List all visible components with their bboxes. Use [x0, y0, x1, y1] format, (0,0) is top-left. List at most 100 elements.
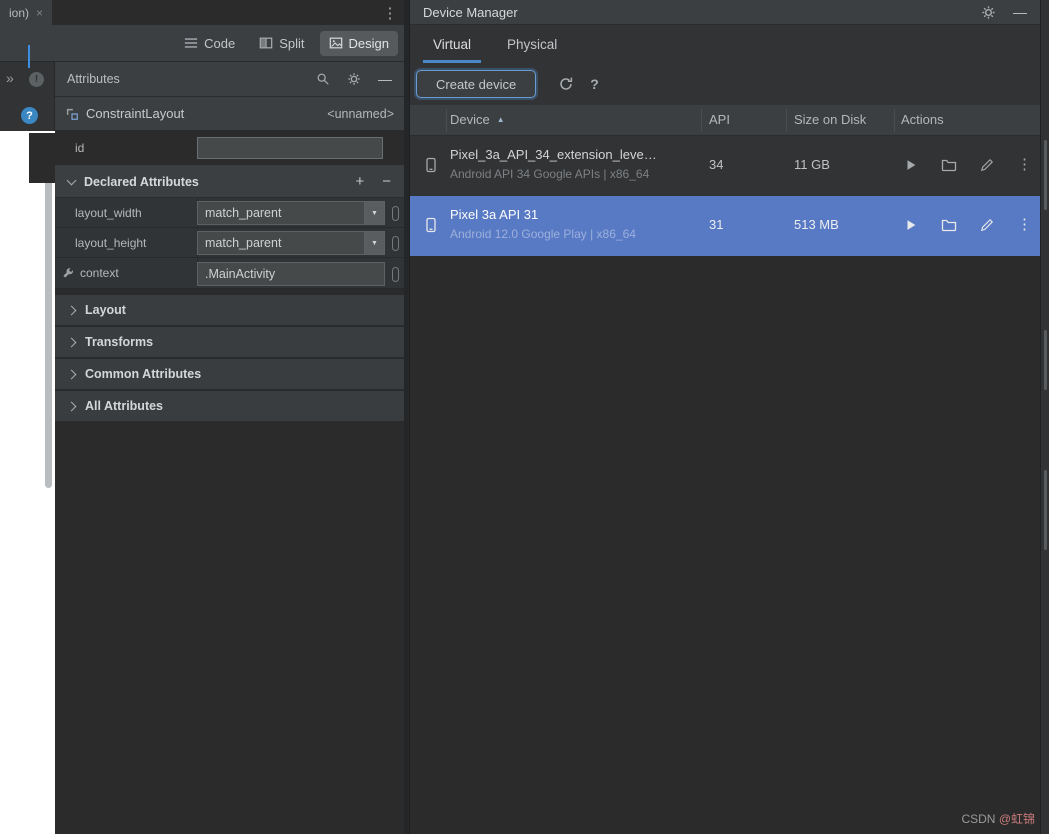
- device-manager-panel: Device Manager — Virtual Physical Create: [409, 0, 1040, 834]
- design-mode-button[interactable]: Design: [319, 30, 398, 56]
- gear-icon[interactable]: [981, 5, 996, 20]
- launch-play-icon[interactable]: [904, 218, 918, 232]
- right-toolwindow-stripe: [1040, 0, 1049, 834]
- tools-attribute-pill-icon[interactable]: [392, 236, 399, 251]
- design-canvas[interactable]: [0, 131, 55, 834]
- header-divider: [894, 109, 895, 132]
- tab-virtual[interactable]: Virtual: [418, 25, 486, 63]
- device-detail: Android API 34 Google APIs | x86_64: [450, 167, 650, 181]
- close-icon[interactable]: ×: [36, 6, 43, 20]
- layout-height-combobox[interactable]: match_parent ▼: [197, 231, 385, 255]
- add-attribute-icon[interactable]: +: [355, 173, 364, 190]
- create-device-button[interactable]: Create device: [416, 70, 537, 98]
- section-all-attributes[interactable]: All Attributes: [55, 391, 404, 422]
- tools-attribute-pill-icon[interactable]: [392, 267, 399, 282]
- component-name: ConstraintLayout: [86, 106, 185, 121]
- id-label: id: [75, 141, 85, 155]
- editor-more-icon[interactable]: ⋮: [380, 2, 400, 23]
- hide-stripe-icon[interactable]: »: [6, 70, 14, 86]
- canvas-dark-region: [29, 133, 55, 183]
- column-header-device[interactable]: Device ▲: [450, 112, 505, 127]
- wrench-icon: [63, 268, 73, 278]
- attribute-label: layout_height: [75, 235, 147, 250]
- folder-icon[interactable]: [941, 157, 957, 173]
- device-row[interactable]: Pixel_3a_API_34_extension_leve… Android …: [410, 136, 1040, 196]
- attribute-label: context: [80, 266, 119, 280]
- section-layout[interactable]: Layout: [55, 295, 404, 326]
- design-icon: [329, 37, 342, 49]
- section-transforms[interactable]: Transforms: [55, 327, 404, 358]
- focus-stripe: [28, 45, 30, 68]
- device-row-selected[interactable]: Pixel 3a API 31 Android 12.0 Google Play…: [410, 196, 1040, 256]
- chevron-right-icon: [66, 305, 77, 315]
- device-manager-titlebar: Device Manager —: [410, 0, 1040, 25]
- tools-attribute-pill-icon[interactable]: [392, 206, 399, 221]
- section-label: Layout: [85, 303, 126, 317]
- editor-tab[interactable]: ion) ×: [0, 0, 53, 25]
- layout-width-combobox[interactable]: match_parent ▼: [197, 201, 385, 225]
- help-badge-icon[interactable]: ?: [21, 107, 38, 124]
- attribute-row-layout-height: layout_height match_parent ▼: [55, 228, 404, 258]
- minimize-icon[interactable]: —: [378, 72, 392, 86]
- tab-physical-label: Physical: [507, 36, 558, 52]
- design-mode-label: Design: [348, 35, 389, 51]
- attribute-value: .MainActivity: [205, 267, 276, 281]
- header-divider: [786, 109, 787, 132]
- column-header-api[interactable]: API: [709, 112, 730, 127]
- edit-pencil-icon[interactable]: [980, 218, 994, 232]
- search-icon[interactable]: [316, 72, 330, 86]
- section-label: Common Attributes: [85, 367, 202, 381]
- edit-pencil-icon[interactable]: [980, 158, 994, 172]
- attribute-label: layout_width: [75, 205, 142, 220]
- more-options-icon[interactable]: ⋮: [1017, 217, 1032, 233]
- device-name: Pixel_3a_API_34_extension_leve…: [450, 147, 657, 162]
- help-icon[interactable]: ?: [590, 76, 599, 92]
- attributes-title: Attributes: [67, 72, 120, 86]
- section-label: All Attributes: [85, 399, 164, 413]
- section-common-attributes[interactable]: Common Attributes: [55, 359, 404, 390]
- tab-virtual-label: Virtual: [433, 36, 472, 52]
- code-mode-label: Code: [204, 35, 236, 51]
- sort-ascending-icon[interactable]: ▲: [497, 115, 505, 124]
- split-mode-button[interactable]: Split: [250, 31, 313, 56]
- editor-tab-label: ion): [9, 5, 30, 20]
- gear-icon[interactable]: [347, 72, 361, 86]
- chevron-down-icon[interactable]: ▼: [364, 232, 384, 254]
- launch-play-icon[interactable]: [904, 158, 918, 172]
- column-header-device-label: Device: [450, 112, 490, 127]
- chevron-down-icon[interactable]: ▼: [364, 202, 384, 224]
- column-header-actions[interactable]: Actions: [901, 112, 944, 127]
- code-mode-button[interactable]: Code: [175, 31, 244, 56]
- folder-icon[interactable]: [941, 217, 957, 233]
- watermark-handle: @虹锦: [998, 812, 1035, 826]
- device-manager-title: Device Manager: [423, 4, 518, 20]
- column-header-size[interactable]: Size on Disk: [794, 112, 866, 127]
- tab-physical[interactable]: Physical: [492, 25, 572, 63]
- refresh-icon[interactable]: [558, 76, 574, 92]
- attribute-value: match_parent: [205, 206, 282, 220]
- stripe-mark: [1044, 140, 1047, 210]
- device-detail: Android 12.0 Google Play | x86_64: [450, 227, 636, 241]
- device-table-header: Device ▲ API Size on Disk Actions: [410, 105, 1040, 136]
- more-options-icon[interactable]: ⋮: [1017, 157, 1032, 173]
- attributes-panel: Attributes — ConstraintLayout <unnamed> …: [55, 62, 404, 834]
- attribute-row-context: context .MainActivity: [55, 258, 404, 289]
- attribute-row-layout-width: layout_width match_parent ▼: [55, 198, 404, 228]
- id-input[interactable]: [197, 137, 383, 159]
- android-studio-window: ion) × ⋮ Code Split Design » ! ? Attribu…: [0, 0, 1049, 834]
- phone-device-icon: [426, 157, 436, 173]
- minimize-icon[interactable]: —: [1013, 5, 1027, 19]
- canvas-scrollbar[interactable]: [45, 140, 52, 488]
- header-divider: [701, 109, 702, 132]
- device-api: 34: [709, 157, 724, 172]
- context-field[interactable]: .MainActivity: [197, 262, 385, 286]
- device-size: 513 MB: [794, 217, 839, 232]
- declared-attributes-header[interactable]: Declared Attributes + −: [55, 166, 404, 198]
- editor-mode-toolbar: Code Split Design: [0, 25, 404, 62]
- remove-attribute-icon[interactable]: −: [382, 173, 391, 190]
- inspection-info-icon[interactable]: !: [29, 72, 44, 87]
- constraintlayout-icon: [66, 108, 78, 120]
- device-size: 11 GB: [794, 157, 830, 172]
- component-tree-item-constraintlayout[interactable]: ConstraintLayout <unnamed>: [55, 97, 404, 131]
- header-divider: [446, 109, 447, 132]
